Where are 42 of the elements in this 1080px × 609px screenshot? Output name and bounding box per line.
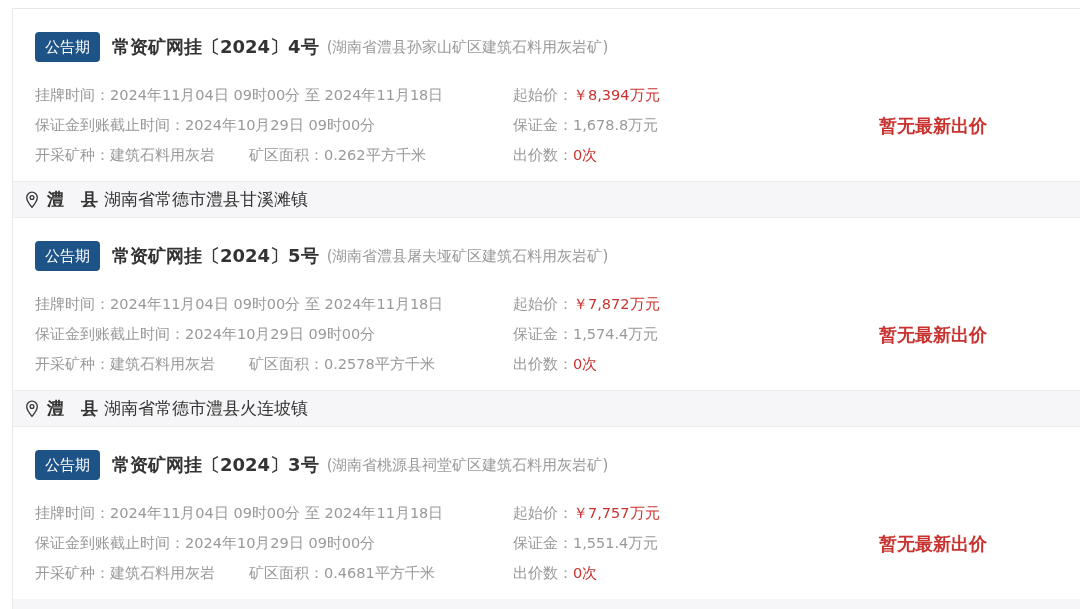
- listing-card[interactable]: 公告期 常资矿网挂〔2024〕3号 (湖南省桃源县祠堂矿区建筑石料用灰岩矿) 挂牌时间：2024年11月04日 09时00分 至 2024年11月18日 起始价：￥7,757万元 保证金到账截止时间：2024年10月29日 09时00分 保证金：1,551.4万元 开采矿种：建筑石料用灰岩 矿区面积：0.4681平方千米 出价数：0次 暂无最新出价: [13, 427, 1080, 599]
- detail-text: 矿区面积：0.4681平方千米: [249, 563, 435, 583]
- detail-text: 挂牌时间：2024年11月04日 09时00分 至 2024年11月18日: [35, 85, 444, 105]
- detail-text: 起始价：￥7,757万元: [513, 503, 660, 523]
- status-badge: 公告期: [35, 241, 100, 271]
- detail-text: 开采矿种：建筑石料用灰岩: [35, 145, 215, 165]
- detail-text: 出价数：0次: [513, 563, 598, 583]
- detail-text: 开采矿种：建筑石料用灰岩: [35, 354, 215, 374]
- detail-text: 挂牌时间：2024年11月04日 09时00分 至 2024年11月18日: [35, 294, 444, 314]
- detail-text: 保证金到账截止时间：2024年10月29日 09时00分: [35, 115, 376, 135]
- listing-title[interactable]: 常资矿网挂〔2024〕4号: [112, 35, 319, 59]
- listing-title[interactable]: 常资矿网挂〔2024〕5号: [112, 244, 319, 268]
- listing-title[interactable]: 常资矿网挂〔2024〕3号: [112, 453, 319, 477]
- address-text: 湖南省常德市澧县甘溪滩镇: [104, 188, 308, 211]
- address-text: 湖南省常德市澧县火连坡镇: [104, 397, 308, 420]
- detail-text: 出价数：0次: [513, 354, 598, 374]
- county-label: 澧 县: [47, 188, 98, 211]
- detail-text: 保证金：1,551.4万元: [513, 533, 659, 553]
- latest-bid-text: 暂无最新出价: [879, 532, 987, 556]
- detail-text: 保证金：1,574.4万元: [513, 324, 659, 344]
- detail-text: 起始价：￥8,394万元: [513, 85, 660, 105]
- detail-text: 出价数：0次: [513, 145, 598, 165]
- detail-text: 保证金：1,678.8万元: [513, 115, 659, 135]
- listing-subtitle: (湖南省桃源县祠堂矿区建筑石料用灰岩矿): [326, 455, 609, 475]
- listing-subtitle: (湖南省澧县孙家山矿区建筑石料用灰岩矿): [326, 37, 609, 57]
- detail-text: 起始价：￥7,872万元: [513, 294, 660, 314]
- county-label: 澧 县: [47, 397, 98, 420]
- status-badge: 公告期: [35, 450, 100, 480]
- detail-text: 挂牌时间：2024年11月04日 09时00分 至 2024年11月18日: [35, 503, 444, 523]
- detail-text: 矿区面积：0.262平方千米: [249, 145, 426, 165]
- detail-text: 保证金到账截止时间：2024年10月29日 09时00分: [35, 533, 376, 553]
- location-pin-icon: [25, 399, 39, 418]
- latest-bid-text: 暂无最新出价: [879, 323, 987, 347]
- detail-text: 开采矿种：建筑石料用灰岩: [35, 563, 215, 583]
- status-badge: 公告期: [35, 32, 100, 62]
- listing-card[interactable]: 公告期 常资矿网挂〔2024〕4号 (湖南省澧县孙家山矿区建筑石料用灰岩矿) 挂牌时间：2024年11月04日 09时00分 至 2024年11月18日 起始价：￥8,394万元 保证金到账截止时间：2024年10月29日 09时00分 保证金：1,678.8万元 开采矿种：建筑石料用灰岩 矿区面积：0.262平方千米 出价数：0次 暂无最新出价: [13, 9, 1080, 181]
- latest-bid-text: 暂无最新出价: [879, 114, 987, 138]
- location-pin-icon: [25, 190, 39, 209]
- listing-subtitle: (湖南省澧县屠夫垭矿区建筑石料用灰岩矿): [326, 246, 609, 266]
- listing-card[interactable]: 公告期 常资矿网挂〔2024〕5号 (湖南省澧县屠夫垭矿区建筑石料用灰岩矿) 挂牌时间：2024年11月04日 09时00分 至 2024年11月18日 起始价：￥7,872万元 保证金到账截止时间：2024年10月29日 09时00分 保证金：1,574.4万元 开采矿种：建筑石料用灰岩 矿区面积：0.2578平方千米 出价数：0次 暂无最新出价: [13, 218, 1080, 390]
- detail-text: 矿区面积：0.2578平方千米: [249, 354, 435, 374]
- detail-text: 保证金到账截止时间：2024年10月29日 09时00分: [35, 324, 376, 344]
